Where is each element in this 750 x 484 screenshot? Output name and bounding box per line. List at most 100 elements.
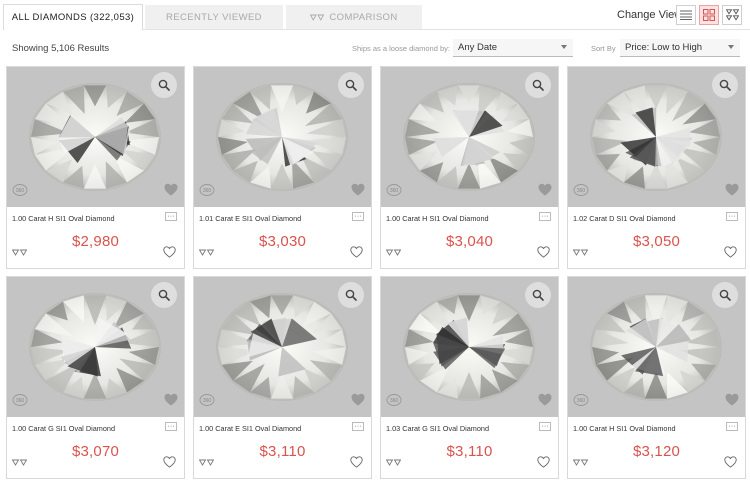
heart-icon[interactable]: [538, 183, 552, 201]
diamond-name[interactable]: 1.02 Carat D SI1 Oval Diamond: [573, 214, 676, 223]
tab-comparison[interactable]: COMPARISON: [286, 5, 422, 29]
360-icon[interactable]: 360: [573, 183, 589, 202]
zoom-icon: [719, 289, 731, 301]
heart-icon[interactable]: [350, 245, 363, 263]
360-icon[interactable]: 360: [199, 183, 215, 202]
more-icon[interactable]: ···: [165, 422, 177, 431]
ships-date-value: Any Date: [458, 42, 498, 53]
zoom-icon: [345, 289, 357, 301]
tab-all-diamonds[interactable]: ALL DIAMONDS (322,053): [3, 4, 143, 30]
zoom-button[interactable]: [338, 72, 364, 98]
zoom-icon: [532, 79, 544, 91]
list-view-icon: [680, 10, 692, 20]
diamond-photo[interactable]: 360: [381, 67, 558, 207]
heart-icon[interactable]: [163, 245, 176, 263]
zoom-button[interactable]: [151, 72, 177, 98]
diamond-price: $2,980: [71, 233, 120, 250]
more-icon[interactable]: ···: [726, 422, 738, 431]
heart-icon[interactable]: [351, 393, 365, 411]
diamond-name[interactable]: 1.00 Carat E SI1 Oval Diamond: [199, 424, 301, 433]
heart-icon[interactable]: [725, 183, 739, 201]
360-icon[interactable]: 360: [573, 393, 589, 412]
svg-text:360: 360: [16, 398, 25, 404]
diamond-photo[interactable]: 360: [7, 277, 184, 417]
diamond-card[interactable]: 360 1.01 Carat E SI1 Oval Diamond ··· $3…: [193, 66, 372, 269]
diamond-card[interactable]: 360 1.00 Carat H SI1 Oval Diamond ··· $3…: [380, 66, 559, 269]
more-icon[interactable]: ···: [539, 212, 551, 221]
diamond-photo[interactable]: 360: [568, 67, 745, 207]
diamond-name[interactable]: 1.00 Carat H SI1 Oval Diamond: [573, 424, 676, 433]
heart-icon[interactable]: [724, 455, 737, 473]
diamond-name[interactable]: 1.00 Carat H SI1 Oval Diamond: [386, 214, 489, 223]
diamond-card[interactable]: 360 1.03 Carat G SI1 Oval Diamond ··· $3…: [380, 276, 559, 479]
diamond-card[interactable]: 360 1.00 Carat E SI1 Oval Diamond ··· $3…: [193, 276, 372, 479]
zoom-button[interactable]: [525, 282, 551, 308]
diamond-price: $3,120: [632, 443, 681, 460]
diamond-card[interactable]: 360 1.02 Carat D SI1 Oval Diamond ··· $3…: [567, 66, 746, 269]
svg-text:360: 360: [577, 398, 586, 404]
more-icon[interactable]: ···: [352, 422, 364, 431]
heart-icon[interactable]: [351, 183, 365, 201]
compare-icon[interactable]: [198, 453, 215, 471]
360-icon[interactable]: 360: [199, 393, 215, 412]
diamond-name[interactable]: 1.00 Carat H SI1 Oval Diamond: [12, 214, 115, 223]
360-icon[interactable]: 360: [386, 393, 402, 412]
change-view-label: Change View: [617, 9, 683, 21]
svg-text:360: 360: [390, 188, 399, 194]
compare-icon[interactable]: [11, 243, 28, 261]
diamond-photo[interactable]: 360: [7, 67, 184, 207]
tab-recently-viewed[interactable]: RECENTLY VIEWED: [145, 5, 283, 29]
diamond-card[interactable]: 360 1.00 Carat H SI1 Oval Diamond ··· $3…: [567, 276, 746, 479]
diamond-name[interactable]: 1.01 Carat E SI1 Oval Diamond: [199, 214, 301, 223]
more-icon[interactable]: ···: [539, 422, 551, 431]
diamond-photo[interactable]: 360: [381, 277, 558, 417]
zoom-button[interactable]: [525, 72, 551, 98]
diamond-photo[interactable]: 360: [568, 277, 745, 417]
zoom-icon: [158, 289, 170, 301]
zoom-button[interactable]: [712, 72, 738, 98]
heart-icon[interactable]: [164, 183, 178, 201]
compare-icon[interactable]: [385, 453, 402, 471]
tab-comparison-label: COMPARISON: [329, 11, 398, 23]
heart-icon[interactable]: [538, 393, 552, 411]
heart-icon[interactable]: [537, 455, 550, 473]
diamond-photo[interactable]: 360: [194, 67, 371, 207]
diamond-name[interactable]: 1.03 Carat G SI1 Oval Diamond: [386, 424, 489, 433]
more-icon[interactable]: ···: [165, 212, 177, 221]
tab-divider: [143, 29, 750, 30]
ships-date-select[interactable]: Any Date: [453, 39, 573, 57]
compare-icon[interactable]: [11, 453, 28, 471]
compare-icon[interactable]: [572, 243, 589, 261]
diamond-card[interactable]: 360 1.00 Carat H SI1 Oval Diamond ··· $2…: [6, 66, 185, 269]
list-view-button[interactable]: [676, 5, 696, 25]
zoom-button[interactable]: [338, 282, 364, 308]
heart-icon[interactable]: [724, 245, 737, 263]
heart-icon[interactable]: [350, 455, 363, 473]
grid-view-button[interactable]: [699, 5, 719, 25]
more-icon[interactable]: ···: [726, 212, 738, 221]
more-icon[interactable]: ···: [352, 212, 364, 221]
heart-icon[interactable]: [537, 245, 550, 263]
heart-icon[interactable]: [725, 393, 739, 411]
360-icon[interactable]: 360: [12, 393, 28, 412]
diamond-name[interactable]: 1.00 Carat G SI1 Oval Diamond: [12, 424, 115, 433]
heart-icon[interactable]: [163, 455, 176, 473]
360-icon[interactable]: 360: [386, 183, 402, 202]
360-icon[interactable]: 360: [12, 183, 28, 202]
diamond-price: $3,110: [446, 443, 493, 460]
zoom-button[interactable]: [712, 282, 738, 308]
diamond-photo[interactable]: 360: [194, 277, 371, 417]
compare-icon[interactable]: [572, 453, 589, 471]
sort-select[interactable]: Price: Low to High: [620, 39, 740, 57]
diamond-view-button[interactable]: [722, 5, 742, 25]
zoom-button[interactable]: [151, 282, 177, 308]
compare-icon[interactable]: [385, 243, 402, 261]
zoom-icon: [532, 289, 544, 301]
heart-icon[interactable]: [164, 393, 178, 411]
diamond-card[interactable]: 360 1.00 Carat G SI1 Oval Diamond ··· $3…: [6, 276, 185, 479]
sort-value: Price: Low to High: [625, 42, 703, 53]
compare-icon[interactable]: [198, 243, 215, 261]
results-count: Showing 5,106 Results: [12, 43, 110, 54]
svg-text:360: 360: [390, 398, 399, 404]
diamond-price: $3,110: [259, 443, 306, 460]
